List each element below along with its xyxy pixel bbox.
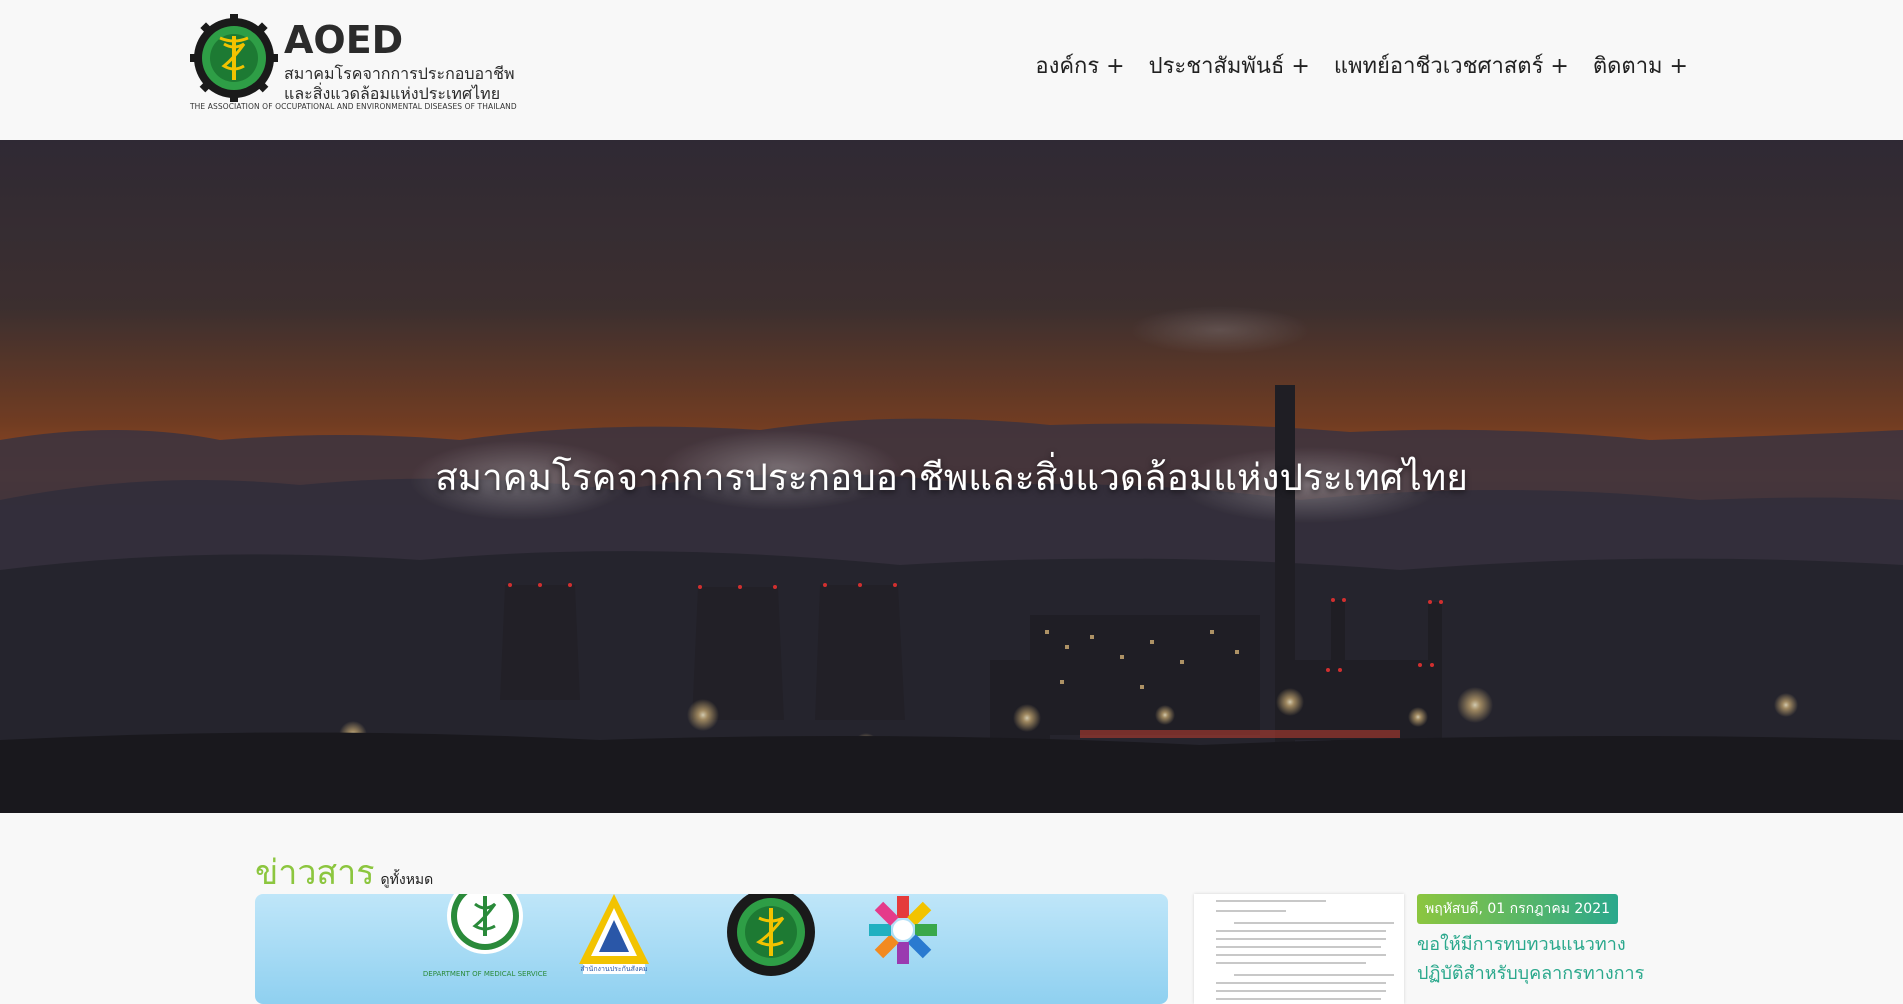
social-security-logo-label: สำนักงานประกันสังคม bbox=[580, 965, 648, 973]
hero-banner: สมาคมโรคจากการประกอบอาชีพและสิ่งแวดล้อมแ… bbox=[0, 140, 1903, 813]
site-logo[interactable]: AOED สมาคมโรคจากการประกอบอาชีพ และสิ่งแว… bbox=[190, 12, 517, 117]
aoed-emblem-icon bbox=[727, 894, 815, 976]
site-header: AOED สมาคมโรคจากการประกอบอาชีพ และสิ่งแว… bbox=[0, 0, 1903, 140]
news-title: ข่าวสาร bbox=[255, 853, 375, 893]
medical-service-logo-label: DEPARTMENT OF MEDICAL SERVICE bbox=[422, 970, 548, 978]
news-section-heading: ข่าวสาร ดูทั้งหมด bbox=[255, 845, 433, 899]
hospital-network-logo-icon bbox=[869, 896, 937, 964]
news-thumbnail[interactable] bbox=[1194, 894, 1404, 1004]
news-date-badge: พฤหัสบดี, 01 กรกฎาคม 2021 bbox=[1417, 894, 1619, 924]
news-headline-link[interactable]: ขอให้มีการทบทวนแนวทางปฏิบัติสำหรับบุคลาก… bbox=[1417, 930, 1647, 988]
nav-item-occupational-physicians[interactable]: แพทย์อาชีวเวชศาสตร์ + bbox=[1322, 48, 1581, 83]
logo-title: AOED bbox=[284, 18, 404, 62]
logo-english-name: THE ASSOCIATION OF OCCUPATIONAL AND ENVI… bbox=[190, 102, 517, 111]
main-nav: องค์กร + ประชาสัมพันธ์ + แพทย์อาชีวเวชศา… bbox=[1023, 48, 1700, 83]
social-security-logo-icon bbox=[579, 894, 649, 974]
featured-news-card[interactable]: DEPARTMENT OF MEDICAL SERVICE สำนักงานปร… bbox=[255, 894, 1168, 1004]
association-emblem-icon bbox=[190, 14, 278, 102]
hero-title: สมาคมโรคจากการประกอบอาชีพและสิ่งแวดล้อมแ… bbox=[435, 456, 1468, 499]
nav-item-organization[interactable]: องค์กร + bbox=[1023, 48, 1136, 83]
nav-item-public-relations[interactable]: ประชาสัมพันธ์ + bbox=[1137, 48, 1322, 83]
view-all-news-link[interactable]: ดูทั้งหมด bbox=[381, 869, 434, 891]
nav-item-follow[interactable]: ติดตาม + bbox=[1581, 48, 1700, 83]
